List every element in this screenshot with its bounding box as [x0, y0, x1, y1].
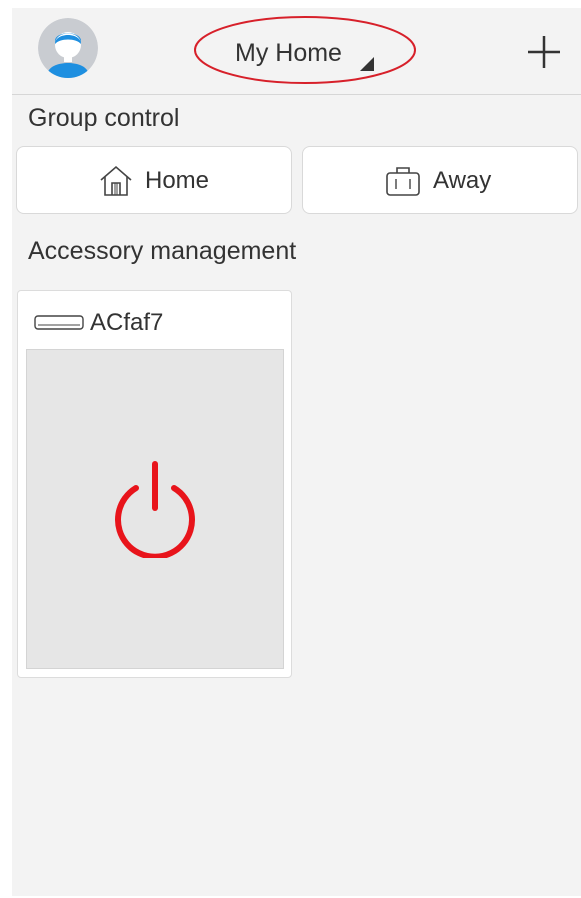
accessory-management-heading: Accessory management	[28, 237, 297, 265]
away-mode-label: Away	[433, 167, 492, 194]
add-button[interactable]	[526, 34, 562, 70]
app-screen: My Home Group control Home Away Accessor…	[12, 8, 581, 896]
group-control-heading: Group control	[28, 104, 180, 132]
accessory-control-panel	[26, 349, 284, 669]
home-mode-label: Home	[145, 167, 210, 194]
away-mode-button[interactable]: Away	[302, 146, 578, 214]
user-avatar-icon	[38, 18, 98, 78]
home-mode-button[interactable]: Home	[16, 146, 292, 214]
home-selector[interactable]: My Home	[192, 13, 418, 87]
air-conditioner-icon	[34, 315, 84, 330]
accessory-name: ACfaf7	[90, 309, 164, 336]
page-title: My Home	[235, 39, 342, 67]
house-icon	[100, 165, 132, 196]
top-bar: My Home	[12, 8, 581, 95]
suitcase-icon	[386, 167, 420, 196]
power-icon[interactable]	[109, 458, 201, 558]
plus-icon	[528, 36, 560, 68]
dropdown-caret-icon	[360, 57, 374, 71]
user-avatar-button[interactable]	[38, 18, 98, 78]
accessory-card[interactable]: ACfaf7	[17, 290, 292, 678]
